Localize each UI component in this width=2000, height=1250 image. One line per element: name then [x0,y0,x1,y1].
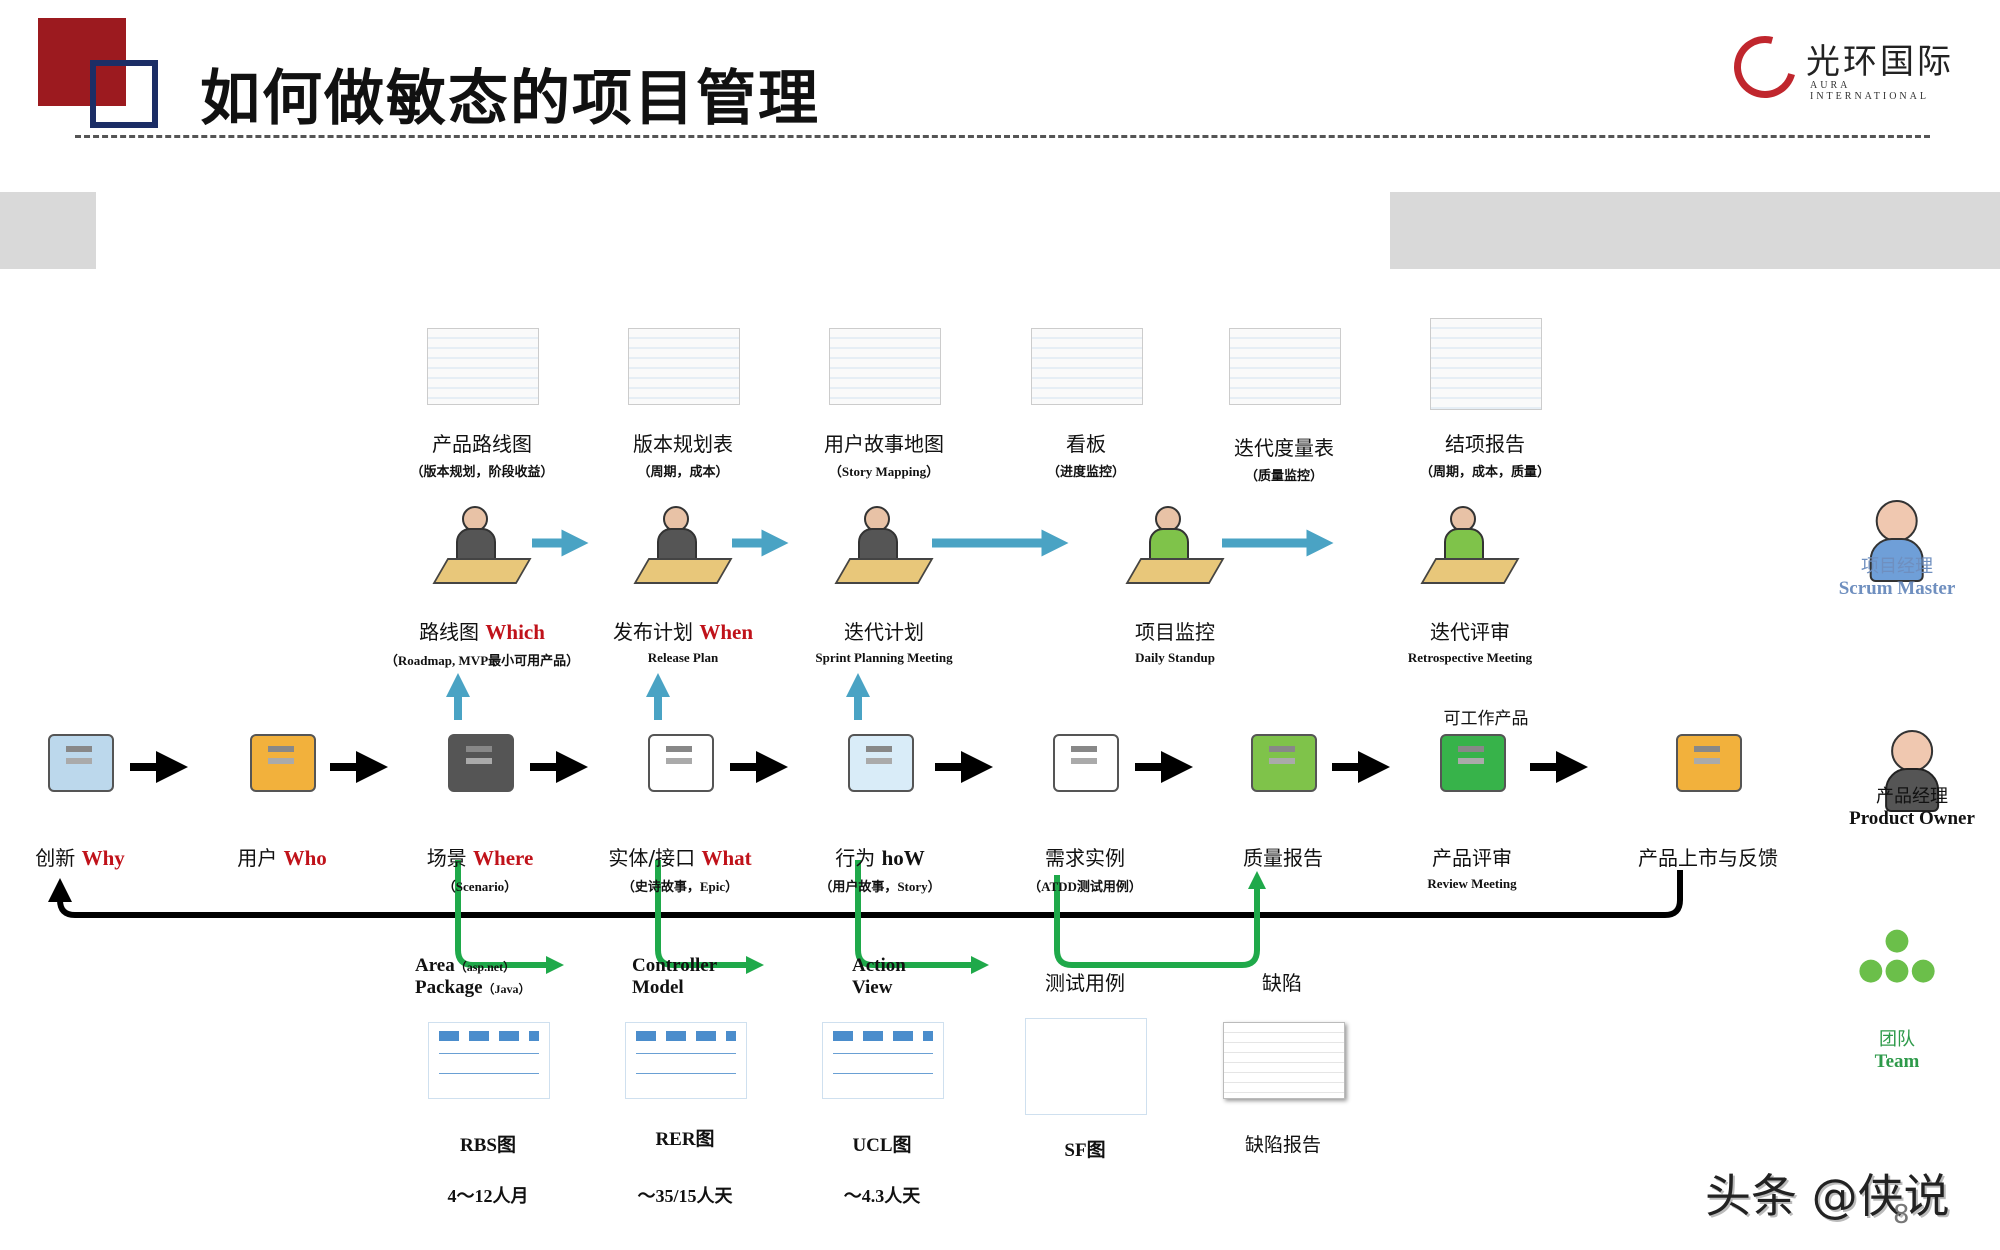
artifact-subtitle: （质量监控） [1244,468,1324,483]
diagram-title: UCL图 [852,1135,912,1156]
meeting-table-icon [834,500,934,592]
flow-step-subtitle: Review Meeting [1427,876,1517,891]
ceremony-subtitle: Retrospective Meeting [1407,650,1533,665]
flow-step-label: 创新 Why [35,846,125,870]
flow-step-subtitle: （Scenario） [442,879,518,894]
artifact-title: 结项报告 [1445,432,1525,456]
defect-label: 缺陷 [1262,971,1302,995]
flow-step-label: 需求实例 [1045,846,1125,870]
artifact-title: 看板 [1066,432,1106,456]
role-product-owner: 产品经理 Product Owner [1849,730,1975,830]
artifact-thumbnail [1031,328,1143,405]
watermark: 头条 @侠说 [1705,1169,1950,1223]
artifact-thumbnail [1430,318,1542,410]
product-review-icon [1426,720,1518,812]
artifact-title: 迭代度量表 [1234,436,1334,460]
role-scrum-master: 项目经理 Scrum Master [1839,500,1955,600]
ceremony-label: 项目监控 [1135,620,1215,644]
ceremony-subtitle: （Roadmap, MVP最小可用产品） [384,653,580,668]
diagram-thumbnail [428,1022,550,1099]
diagram-thumbnail [625,1022,747,1099]
test-case-label: 测试用例 [1045,971,1125,995]
flow-step-label: 产品上市与反馈 [1638,846,1778,870]
ceremony-label: 迭代计划 [844,620,924,644]
flow-step-subtitle: （用户故事，Story） [819,879,941,894]
browser-windows-icon [834,720,926,812]
artifact-subtitle: （Story Mapping） [828,464,940,479]
diagram-title: SF图 [1064,1140,1106,1161]
page-number: 8 [1893,1200,1910,1230]
lab-scenario-icon [434,720,526,812]
flow-step-label: 产品评审 [1432,846,1512,870]
diagram-title: 缺陷报告 [1244,1134,1322,1156]
diagram-effort: ～4.3人天 [843,1186,921,1206]
artifact-subtitle: （周期，成本） [637,464,729,479]
artifact-title: 用户故事地图 [824,432,944,456]
flow-step-label: 行为 hoW [835,846,925,870]
flow-step-label: 质量报告 [1243,846,1323,870]
diagram-thumbnail [1223,1022,1345,1099]
ceremony-label: 路线图 Which [419,620,545,644]
working-product-note: 可工作产品 [1443,709,1529,729]
diagram-title: RER图 [655,1129,715,1150]
release-plan-desk-icon [633,500,733,592]
artifact-subtitle: （进度监控） [1046,464,1126,479]
market-launch-icon [1662,720,1754,812]
presentation-icon [1420,500,1520,592]
artifact-thumbnail [829,328,941,405]
role-team: ● ●●● 团队 Team [1857,922,1937,1073]
planner-desk-icon [432,500,532,592]
workflow-icon [1039,720,1131,812]
ceremony-subtitle: Daily Standup [1135,650,1215,665]
branch-area-label: Area（asp.net） Package（Java） [415,955,531,998]
person-head-icon [1891,730,1933,772]
diagram-title: RBS图 [460,1135,516,1156]
artifact-title: 版本规划表 [633,432,733,456]
quality-report-icon [1237,720,1329,812]
standup-team-icon [1125,500,1225,592]
branch-action-label: Action View [852,955,906,998]
artifact-title: 产品路线图 [432,432,532,456]
artifact-subtitle: （版本规划，阶段收益） [410,464,554,479]
artifact-thumbnail [427,328,539,405]
flow-step-label: 场景 Where [426,846,534,870]
flow-connectors [48,529,1683,974]
flow-step-subtitle: （史诗故事，Epic） [621,879,739,894]
flow-step-label: 实体/接口 What [608,846,752,870]
branch-controller-label: Controller Model [632,955,718,998]
documents-coins-icon [34,720,126,812]
flow-step-subtitle: （ATDD测试用例） [1028,879,1142,894]
diagram-effort: 4～12人月 [447,1186,529,1206]
flow-step-label: 用户 Who [237,846,327,870]
artifact-thumbnail [628,328,740,405]
artifact-subtitle: （周期，成本，质量） [1419,464,1551,479]
users-icon [236,720,328,812]
ceremony-label: 迭代评审 [1430,620,1510,644]
ceremony-subtitle: Sprint Planning Meeting [815,650,953,665]
artifact-thumbnail [1229,328,1341,405]
diagram-thumbnail [1025,1018,1147,1115]
team-icon: ● ●●● [1857,922,1937,987]
ceremony-subtitle: Release Plan [647,650,719,665]
person-head-icon [1875,500,1918,542]
diagram-effort: ～35/15人天 [637,1186,733,1206]
diagram-thumbnail [822,1022,944,1099]
ceremony-label: 发布计划 When [612,620,754,644]
entity-tables-icon [634,720,726,812]
